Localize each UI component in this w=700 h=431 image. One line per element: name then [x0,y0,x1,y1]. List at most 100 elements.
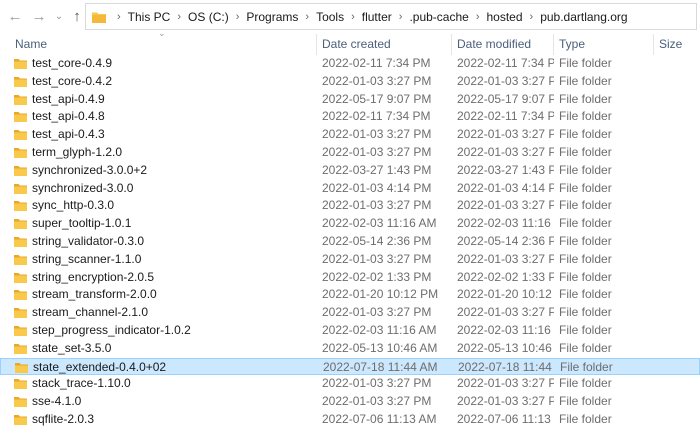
file-name: stream_channel-2.1.0 [32,305,149,320]
column-name[interactable]: Name [10,34,317,55]
date-created: 2022-01-03 3:27 PM [322,251,432,266]
folder-icon [14,325,27,336]
breadcrumb-separator-icon[interactable]: › [117,11,121,23]
file-row[interactable]: super_tooltip-1.0.1 2022-02-03 11:16 AM 20… [0,215,700,233]
folder-icon [15,362,28,373]
column-date-created[interactable]: Date created [317,34,452,55]
file-type: File folder [559,376,612,391]
breadcrumb-separator-icon[interactable]: › [399,11,403,23]
file-row[interactable]: test_api-0.4.9 2022-05-17 9:07 PM 2022-05-… [0,91,700,109]
file-row[interactable]: string_scanner-1.1.0 2022-01-03 3:27 PM 20… [0,251,700,269]
date-created: 2022-01-03 3:27 PM [322,127,432,142]
file-name: state_set-3.5.0 [32,340,112,355]
breadcrumb-item[interactable]: Programs [246,10,298,24]
file-type: File folder [559,162,612,177]
up-arrow-icon[interactable]: ↑ [67,6,87,26]
file-type: File folder [559,144,612,159]
folder-icon [14,379,27,390]
date-modified: 2022-01-03 3:27 PM [457,394,554,409]
folder-icon [14,343,27,354]
file-type: File folder [559,216,612,231]
file-row[interactable]: synchronized-3.0.0 2022-01-03 4:14 PM 2022… [0,180,700,198]
breadcrumb-item[interactable]: Tools [316,10,344,24]
file-type: File folder [559,127,612,142]
file-row[interactable]: step_progress_indicator-1.0.2 2022-02-03 … [0,322,700,340]
address-bar-row: ← → ⌄ ↑ › This PC › OS (C:) › Programs › Tools ›… [0,0,700,34]
file-type: File folder [559,340,612,355]
date-modified: 2022-01-03 3:27 PM [457,198,554,213]
file-row[interactable]: state_extended-0.4.0+02 2022-07-18 11:44 … [0,357,700,376]
file-row[interactable]: test_api-0.4.8 2022-02-11 7:34 PM 2022-02-… [0,108,700,126]
breadcrumb-separator-icon[interactable]: › [236,11,240,23]
date-modified: 2022-05-17 9:07 PM [457,91,554,106]
file-row[interactable]: test_core-0.4.9 2022-02-11 7:34 PM 2022-02… [0,55,700,73]
file-row[interactable]: stream_transform-2.0.0 2022-01-20 10:12 P… [0,286,700,304]
folder-icon [14,397,27,408]
file-row[interactable]: term_glyph-1.2.0 2022-01-03 3:27 PM 2022-0… [0,144,700,162]
file-row[interactable]: test_api-0.4.3 2022-01-03 3:27 PM 2022-01-… [0,126,700,144]
file-row[interactable]: string_validator-0.3.0 2022-05-14 2:36 PM… [0,233,700,251]
folder-icon [14,201,27,212]
breadcrumb-separator-icon[interactable]: › [530,11,534,23]
folder-icon [14,414,27,425]
folder-icon [14,59,27,69]
file-row[interactable]: state_set-3.5.0 2022-05-13 10:46 AM 2022-0… [0,340,700,358]
folder-icon [14,254,27,265]
date-modified: 2022-01-20 10:12 ... [457,287,554,302]
date-created: 2022-05-13 10:46 AM [322,340,438,355]
date-created: 2022-01-03 4:14 PM [322,180,432,195]
forward-arrow-icon[interactable]: → [29,6,49,26]
file-row[interactable]: stream_channel-2.1.0 2022-01-03 3:27 PM 20… [0,304,700,322]
date-created: 2022-01-03 3:27 PM [322,376,432,391]
folder-icon [14,94,27,105]
file-name: stack_trace-1.10.0 [32,376,131,391]
breadcrumb-separator-icon[interactable]: › [177,11,181,23]
breadcrumb-item[interactable]: hosted [486,10,522,24]
column-date-modified[interactable]: Date modified [452,34,554,55]
date-modified: 2022-01-03 4:14 PM [457,180,554,195]
file-type: File folder [559,411,612,426]
back-arrow-icon[interactable]: ← [5,6,25,26]
file-type: File folder [559,322,612,337]
file-type: File folder [559,251,612,266]
date-modified: 2022-07-06 11:13 ... [457,411,554,426]
folder-icon [14,130,27,141]
breadcrumb-item[interactable]: OS (C:) [188,10,229,24]
folder-icon [14,219,27,230]
breadcrumb-separator-icon[interactable]: › [476,11,480,23]
breadcrumb-separator-icon[interactable]: › [305,11,309,23]
file-row[interactable]: test_core-0.4.2 2022-01-03 3:27 PM 2022-01… [0,73,700,91]
file-row[interactable]: string_encryption-2.0.5 2022-02-02 1:33 P… [0,269,700,287]
date-modified: 2022-02-11 7:34 PM [457,56,554,70]
date-modified: 2022-07-18 11:44 ... [458,359,555,374]
column-type[interactable]: Type [554,34,654,55]
file-type: File folder [559,198,612,213]
date-created: 2022-02-11 7:34 PM [322,109,431,124]
breadcrumb-item[interactable]: .pub-cache [409,10,468,24]
file-type: File folder [559,233,612,248]
breadcrumb-item[interactable]: This PC [128,10,171,24]
file-type: File folder [559,287,612,302]
date-modified: 2022-02-11 7:34 PM [457,109,554,124]
file-name: synchronized-3.0.0+2 [32,162,148,177]
file-row[interactable]: sse-4.1.0 2022-01-03 3:27 PM 2022-01-03 3:… [0,393,700,411]
date-modified: 2022-01-03 3:27 PM [457,305,554,320]
folder-icon [14,165,27,176]
folder-icon [14,272,27,283]
file-name: test_api-0.4.8 [32,109,105,124]
breadcrumb-item[interactable]: flutter [362,10,392,24]
chevron-down-icon[interactable]: ⌄ [49,6,69,26]
file-row[interactable]: sync_http-0.3.0 2022-01-03 3:27 PM 2022-01… [0,197,700,215]
file-row[interactable]: stack_trace-1.10.0 2022-01-03 3:27 PM 2022… [0,375,700,393]
date-created: 2022-01-03 3:27 PM [322,305,432,320]
column-size[interactable]: Size [654,34,700,55]
breadcrumb-item[interactable]: pub.dartlang.org [540,10,627,24]
date-created: 2022-01-03 3:27 PM [322,394,432,409]
breadcrumb-separator-icon[interactable]: › [351,11,355,23]
file-type: File folder [559,109,612,124]
file-row[interactable]: synchronized-3.0.0+2 2022-03-27 1:43 PM 20… [0,162,700,180]
file-row[interactable]: sqflite-2.0.3 2022-07-06 11:13 AM 2022-07-… [0,411,700,429]
column-header: ⌄ Name Date created Date modified Type S… [0,28,700,55]
file-name: test_core-0.4.2 [32,73,113,88]
address-bar[interactable]: › This PC › OS (C:) › Programs › Tools › flutter ›… [85,3,697,30]
